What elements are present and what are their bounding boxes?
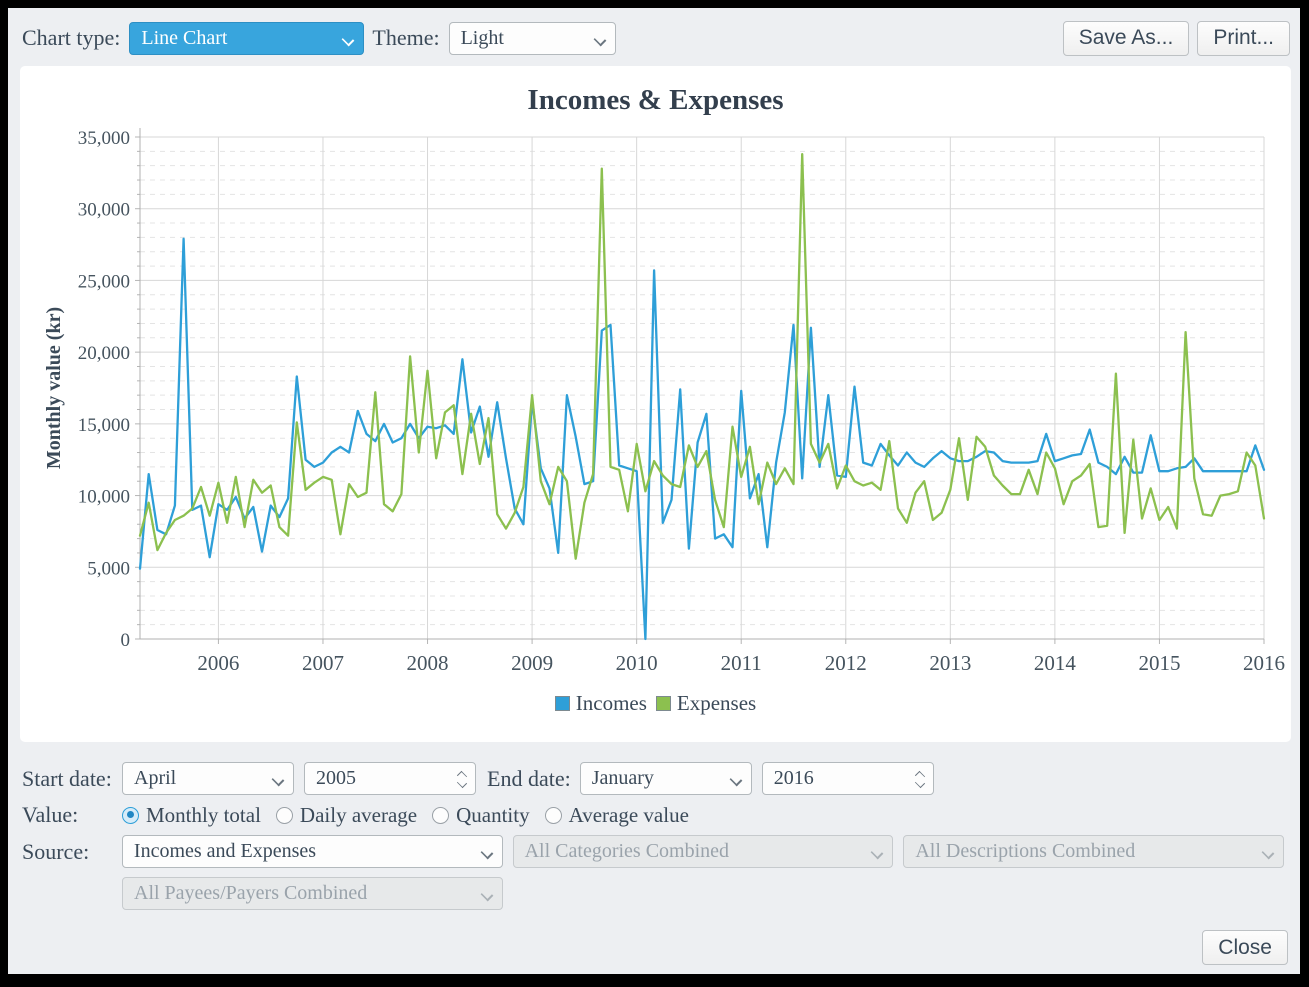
start-month-select[interactable]: April [122,762,294,795]
radio-average-value[interactable]: Average value [545,803,689,828]
svg-text:25,000: 25,000 [78,271,130,292]
chevron-down-icon [480,847,493,860]
svg-text:2012: 2012 [825,651,867,675]
svg-text:35,000: 35,000 [78,128,130,149]
category-value: All Categories Combined [525,840,729,863]
top-toolbar: Chart type: Line Chart Theme: Light Save… [8,8,1300,59]
chevron-down-icon [481,889,494,902]
end-month-select[interactable]: January [580,762,752,795]
chart-type-value: Line Chart [141,27,227,50]
svg-text:2014: 2014 [1034,651,1077,675]
year-spinner[interactable] [456,766,468,793]
chevron-down-icon [272,774,285,787]
year-spinner[interactable] [914,766,926,793]
svg-text:2008: 2008 [407,651,449,675]
radio-icon [276,807,293,824]
description-value: All Descriptions Combined [915,840,1135,863]
chevron-down-icon [871,847,884,860]
svg-text:2015: 2015 [1138,651,1180,675]
end-month-value: January [592,767,654,790]
category-select: All Categories Combined [513,835,894,868]
description-select: All Descriptions Combined [903,835,1284,868]
radio-icon [432,807,449,824]
chart-legend: Incomes Expenses [20,691,1291,716]
radio-daily-average[interactable]: Daily average [276,803,417,828]
radio-selected-icon [122,807,139,824]
spin-down-icon [915,778,925,788]
chevron-down-icon [729,774,742,787]
legend-item-expenses: Expenses [656,691,756,716]
source-row-2: All Payees/Payers Combined [122,877,1294,910]
radio-icon [545,807,562,824]
radio-label: Quantity [456,803,530,828]
theme-value: Light [461,27,504,50]
chart-type-select[interactable]: Line Chart [129,22,364,55]
value-label: Value: [14,802,122,828]
start-year-value: 2005 [316,767,356,790]
chart-panel: Incomes & Expenses 0 5,000 10,000 15,000 20,… [20,66,1291,742]
svg-text:0: 0 [121,630,131,651]
svg-text:15,000: 15,000 [78,415,130,436]
radio-monthly-total[interactable]: Monthly total [122,803,261,828]
svg-text:2007: 2007 [302,651,344,675]
theme-select[interactable]: Light [449,22,616,55]
start-month-value: April [134,767,176,790]
radio-label: Average value [569,803,689,828]
svg-text:20,000: 20,000 [78,343,130,364]
chart-title: Incomes & Expenses [20,66,1291,122]
radio-quantity[interactable]: Quantity [432,803,530,828]
chevron-down-icon [593,33,606,46]
radio-label: Daily average [300,803,417,828]
chevron-down-icon [342,33,355,46]
payee-select: All Payees/Payers Combined [122,877,503,910]
legend-label-expenses: Expenses [677,691,756,716]
line-chart: 0 5,000 10,000 15,000 20,000 25,000 30,000 35,0… [20,122,1291,682]
svg-text:10,000: 10,000 [78,487,130,508]
spin-down-icon [457,778,467,788]
incomes-swatch-icon [555,696,570,711]
svg-text:2011: 2011 [721,651,762,675]
radio-label: Monthly total [146,803,261,828]
end-date-label: End date: [487,766,571,792]
svg-text:30,000: 30,000 [78,200,130,221]
close-button[interactable]: Close [1202,930,1288,965]
controls-area: Start date: April 2005 End date: January… [14,762,1294,917]
legend-label-incomes: Incomes [576,691,647,716]
chevron-down-icon [1262,847,1275,860]
print-button[interactable]: Print... [1197,21,1290,56]
source-row: Source: Incomes and Expenses All Categor… [14,835,1294,868]
theme-label: Theme: [372,25,439,51]
save-as-button[interactable]: Save As... [1063,21,1190,56]
svg-text:2013: 2013 [929,651,971,675]
end-year-input[interactable]: 2016 [762,762,934,795]
value-row: Value: Monthly total Daily average Quant… [14,802,1294,828]
source-select[interactable]: Incomes and Expenses [122,835,503,868]
svg-text:Monthly value (kr): Monthly value (kr) [43,307,65,469]
svg-text:2009: 2009 [511,651,553,675]
start-year-input[interactable]: 2005 [304,762,476,795]
chart-type-label: Chart type: [22,25,120,51]
source-label: Source: [14,839,122,865]
svg-text:5,000: 5,000 [87,558,130,579]
end-year-value: 2016 [774,767,814,790]
svg-text:2006: 2006 [197,651,239,675]
svg-text:2016: 2016 [1243,651,1285,675]
legend-item-incomes: Incomes [555,691,647,716]
start-date-label: Start date: [14,766,122,792]
expenses-swatch-icon [656,696,671,711]
svg-text:2010: 2010 [616,651,658,675]
source-value: Incomes and Expenses [134,840,316,863]
dialog-window: Chart type: Line Chart Theme: Light Save… [8,8,1300,974]
payee-value: All Payees/Payers Combined [134,882,367,905]
date-range-row: Start date: April 2005 End date: January… [14,762,1294,795]
